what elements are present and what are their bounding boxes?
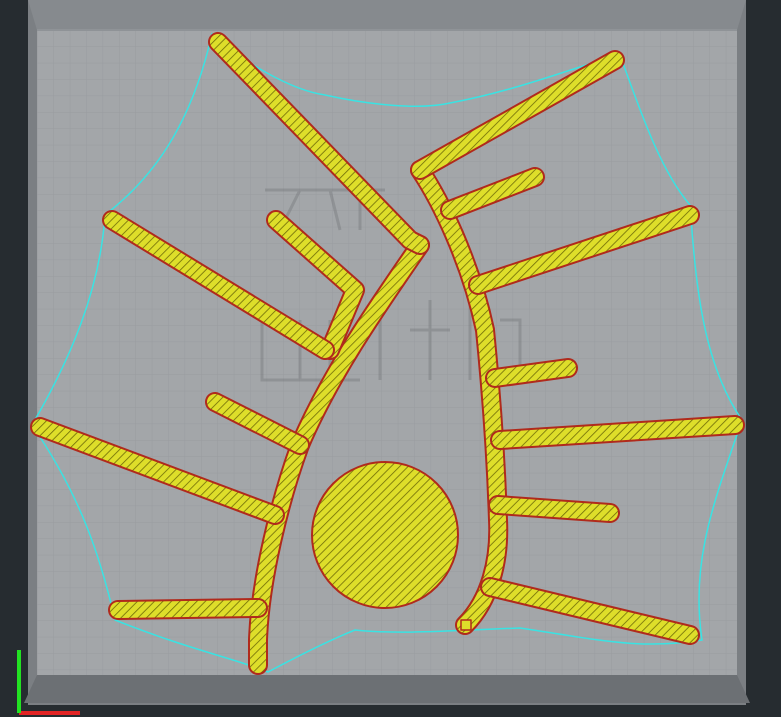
center-disc: [311, 461, 459, 609]
print-bed-scene[interactable]: [0, 0, 781, 717]
3d-preview-viewport[interactable]: [0, 0, 781, 717]
